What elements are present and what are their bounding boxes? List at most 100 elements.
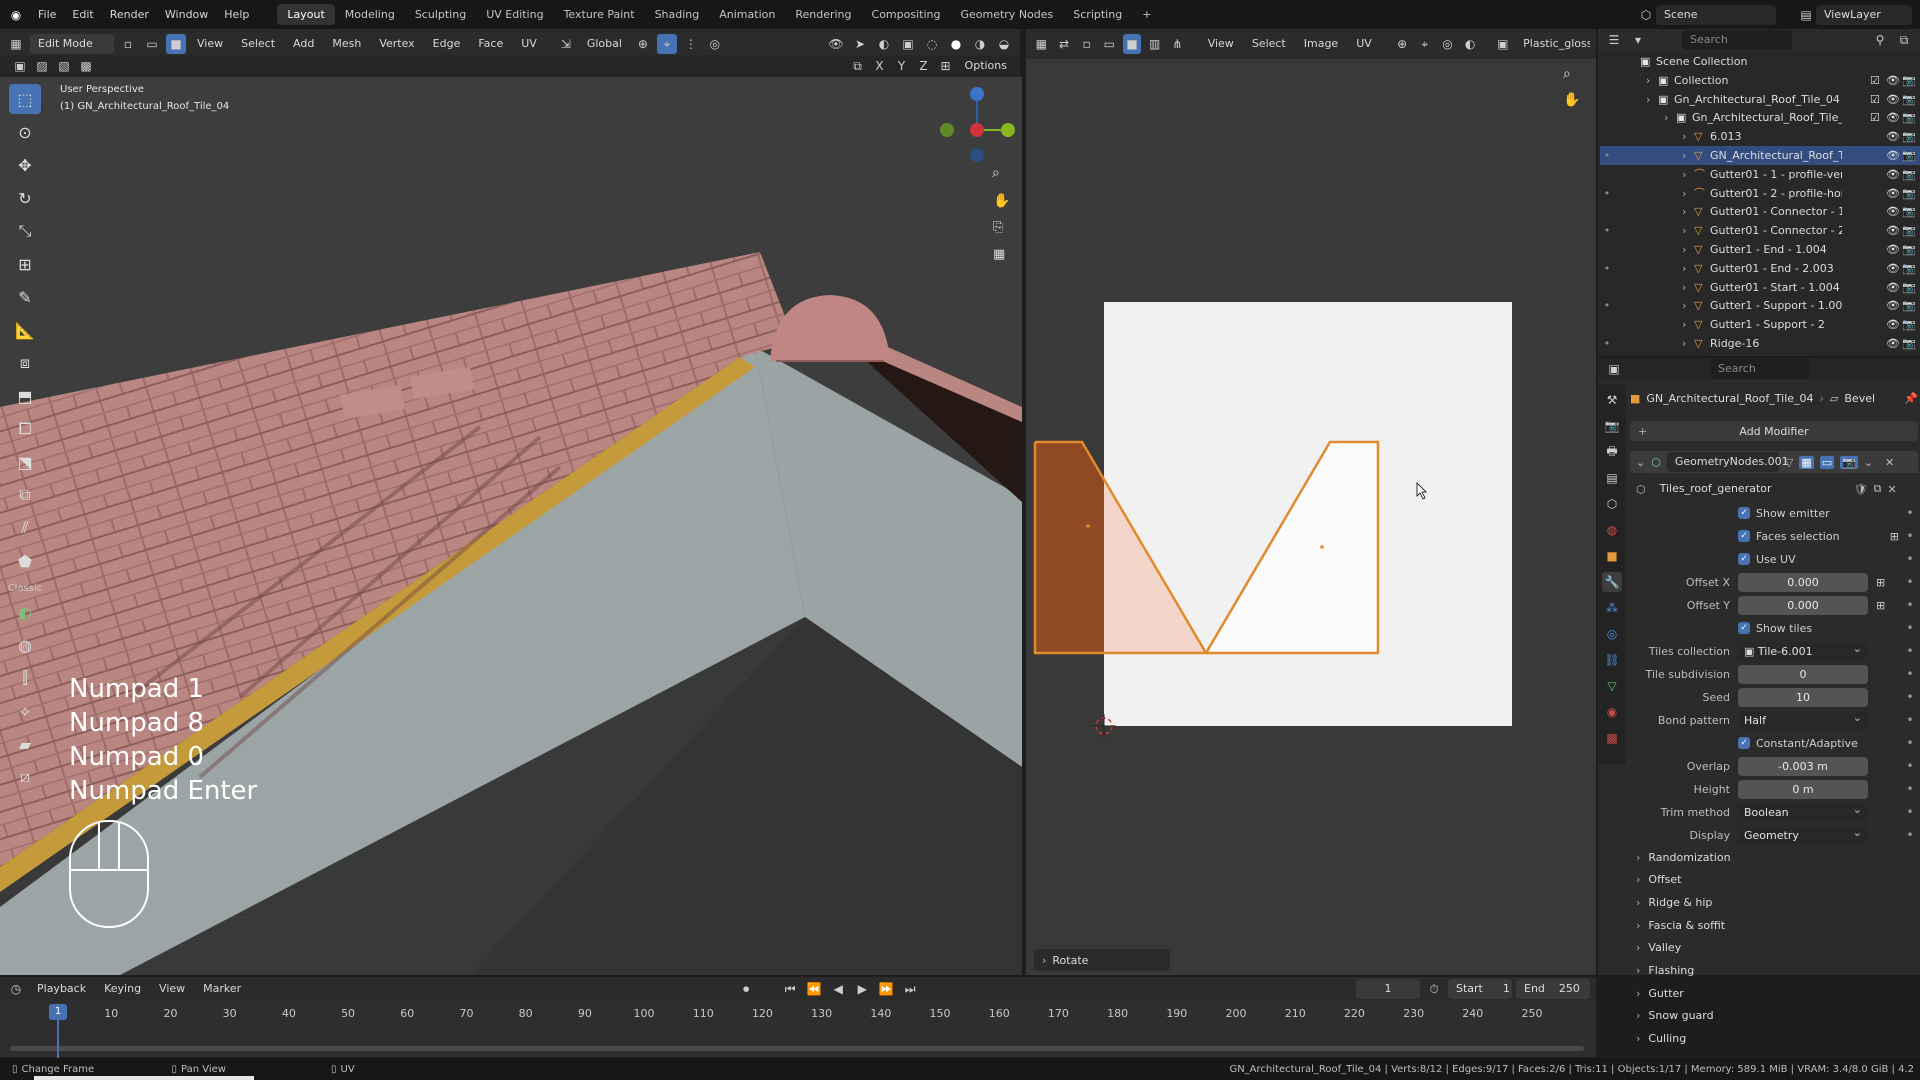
material-shading-icon[interactable]: ◑	[970, 34, 990, 54]
tab-uv-editing[interactable]: UV Editing	[476, 4, 553, 25]
visibility-icon[interactable]: 👁	[826, 34, 846, 54]
offset-y-field[interactable]: 0.000	[1738, 595, 1868, 615]
eye-icon[interactable]: 👁	[1886, 337, 1902, 350]
pin-icon[interactable]: 📌	[1904, 392, 1918, 405]
navigation-gizmo[interactable]	[930, 85, 1020, 175]
image-browse-icon[interactable]: ▣	[1493, 34, 1512, 54]
render-camera-icon[interactable]: 📷	[1902, 337, 1920, 350]
height-field[interactable]: 0 m	[1738, 779, 1868, 799]
outliner-search[interactable]: Search	[1682, 30, 1792, 50]
expand-icon[interactable]: ›	[1682, 337, 1694, 350]
outliner-item[interactable]: › ⌒ Gutter01 - 1 - profile-vert 👁 📷	[1600, 165, 1920, 184]
uv-menu-select[interactable]: Select	[1245, 34, 1293, 54]
scene-tab-icon[interactable]: ⬡	[1602, 494, 1622, 514]
outliner-item[interactable]: • › ⌒ Gutter01 - 2 - profile-hor 👁 📷	[1600, 184, 1920, 203]
collapse-icon[interactable]: ⌄	[1636, 456, 1645, 469]
end-frame-field[interactable]: End 250	[1516, 979, 1590, 999]
rotate-tool-icon[interactable]: ↻	[9, 183, 41, 213]
exclude-checkbox-icon[interactable]: ☑	[1870, 111, 1886, 124]
preview-range-icon[interactable]: ⏱	[1424, 979, 1444, 999]
menu-select[interactable]: Select	[234, 34, 282, 54]
render-camera-icon[interactable]: 📷	[1902, 281, 1920, 294]
viewport-toggle-icon[interactable]: ▭	[1819, 455, 1835, 469]
expand-icon[interactable]: ›	[1682, 262, 1694, 275]
outliner-item[interactable]: • › ▽ Gutter01 - End - 2.003 👁 📷	[1600, 259, 1920, 278]
vertex-select-icon[interactable]: ▫	[118, 34, 138, 54]
uv-pivot-icon[interactable]: ⊕	[1393, 34, 1412, 54]
show-emitter-row[interactable]: ✓ Show emitter •	[1630, 503, 1915, 523]
menu-edge[interactable]: Edge	[426, 34, 468, 54]
properties-editor-type-icon[interactable]: ▣	[1604, 359, 1624, 379]
modifier-menu-icon[interactable]: ⌄	[1864, 456, 1873, 469]
keyframe-dot-icon[interactable]: •	[1905, 575, 1915, 589]
bond-pattern-dropdown[interactable]: Half	[1738, 708, 1868, 730]
select-subtract-icon[interactable]: ▧	[54, 56, 74, 76]
render-camera-icon[interactable]: 📷	[1902, 318, 1920, 331]
expand-icon[interactable]: ›	[1682, 281, 1694, 294]
eye-icon[interactable]: 👁	[1886, 205, 1902, 218]
outliner-display-mode-icon[interactable]: ▾	[1628, 30, 1648, 50]
overlap-field[interactable]: -0.003 m	[1738, 756, 1868, 776]
outliner-item[interactable]: › ▽ 6.013 👁 📷	[1600, 127, 1920, 146]
keyframe-dot-icon[interactable]: •	[1905, 736, 1915, 750]
expand-icon[interactable]: ›	[1682, 299, 1694, 312]
expand-icon[interactable]: ›	[1664, 111, 1676, 124]
uv-overlay-icon[interactable]: ◐	[1461, 34, 1480, 54]
axis-y[interactable]: Y	[892, 56, 912, 76]
expand-icon[interactable]: ›	[1682, 205, 1694, 218]
gizmo-toggle-icon[interactable]: ➤	[850, 34, 870, 54]
outliner-item[interactable]: › ▽ Gutter1 - Support - 2 👁 📷	[1600, 315, 1920, 334]
uv-menu-view[interactable]: View	[1201, 34, 1241, 54]
render-toggle-icon[interactable]: 📷	[1840, 455, 1858, 469]
node-group-field[interactable]: Tiles_roof_generator	[1651, 479, 1848, 499]
expand-icon[interactable]: ›	[1682, 318, 1694, 331]
subpanel-header[interactable]: › Culling	[1636, 1028, 1686, 1050]
keyframe-dot-icon[interactable]: •	[1905, 713, 1915, 727]
measure-tool-icon[interactable]: 📐	[9, 315, 41, 345]
tab-shading[interactable]: Shading	[645, 4, 710, 25]
menu-file[interactable]: File	[30, 8, 64, 21]
uv-sync-icon[interactable]: ⇄	[1055, 34, 1074, 54]
play-icon[interactable]: ▶	[852, 979, 872, 999]
show-tiles-checkbox[interactable]: ✓	[1738, 622, 1750, 634]
scene-selector[interactable]: Scene	[1656, 4, 1776, 25]
modifier-tab-icon[interactable]: 🔧	[1602, 572, 1622, 592]
subpanel-header[interactable]: › Valley	[1636, 937, 1681, 959]
attribute-toggle-icon[interactable]: ⊞	[1876, 599, 1885, 612]
jump-start-icon[interactable]: ⏮	[780, 979, 800, 999]
uv-proportional-icon[interactable]: ◎	[1438, 34, 1457, 54]
keyframe-dot-icon[interactable]: •	[1905, 644, 1915, 658]
tab-scripting[interactable]: Scripting	[1063, 4, 1132, 25]
select-invert-icon[interactable]: ▩	[76, 56, 96, 76]
playback-menu[interactable]: Playback	[30, 979, 93, 999]
poly-build-tool-icon[interactable]: ⬟	[9, 546, 41, 576]
outliner-item[interactable]: › ▣ Gn_Architectural_Roof_Tile_04 ☑ 👁 📷	[1600, 90, 1920, 109]
axis-x[interactable]: X	[870, 56, 890, 76]
menu-vertex[interactable]: Vertex	[372, 34, 421, 54]
timeline-scrollbar[interactable]	[10, 1046, 1584, 1051]
subpanel-header[interactable]: › Ridge & hip	[1636, 891, 1712, 913]
add-cube-tool-icon[interactable]: ⧈	[9, 348, 41, 378]
keying-menu[interactable]: Keying	[97, 979, 148, 999]
expand-icon[interactable]: ›	[1682, 130, 1694, 143]
render-camera-icon[interactable]: 📷	[1902, 262, 1920, 275]
keyframe-dot-icon[interactable]: •	[1905, 552, 1915, 566]
options-menu[interactable]: Options	[958, 56, 1014, 76]
subpanel-header[interactable]: › Fascia & soffit	[1636, 914, 1725, 936]
menu-face[interactable]: Face	[471, 34, 510, 54]
eye-icon[interactable]: 👁	[1886, 93, 1902, 106]
tab-sculpting[interactable]: Sculpting	[405, 4, 476, 25]
bevel-tool-icon[interactable]: ⬔	[9, 447, 41, 477]
physics-tab-icon[interactable]: ◎	[1602, 624, 1622, 644]
attribute-toggle-icon[interactable]: ⊞	[1890, 530, 1899, 543]
modifier-name-field[interactable]: GeometryNodes.001	[1666, 452, 1789, 472]
menu-view[interactable]: View	[190, 34, 230, 54]
shear-tool-icon[interactable]: ▰	[9, 729, 41, 759]
eye-icon[interactable]: 👁	[1886, 299, 1902, 312]
render-tab-icon[interactable]: 📷	[1602, 416, 1622, 436]
keyframe-dot-icon[interactable]: •	[1905, 667, 1915, 681]
tab-geometry-nodes[interactable]: Geometry Nodes	[950, 4, 1063, 25]
uv-pan-icon[interactable]: ✋	[1563, 92, 1580, 108]
subpanel-header[interactable]: › Flashing	[1636, 960, 1694, 982]
outliner-item[interactable]: ›▣ Gn_Architectural_Roof_Tile_04.001 ☑👁📷	[1600, 108, 1920, 127]
